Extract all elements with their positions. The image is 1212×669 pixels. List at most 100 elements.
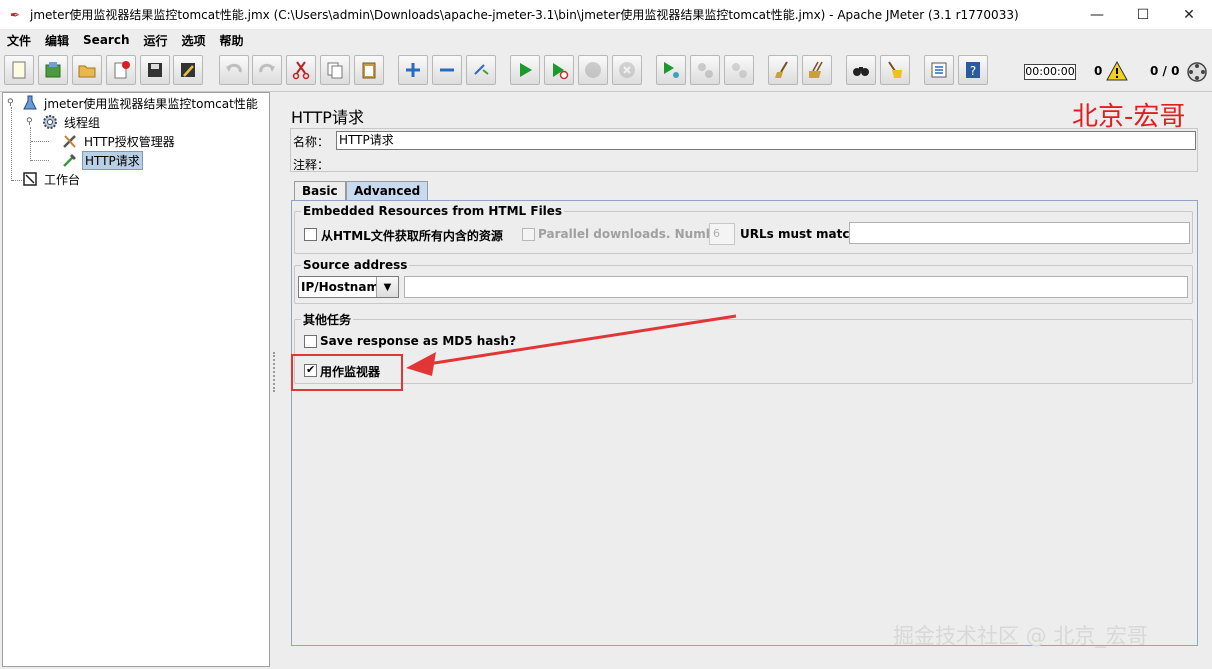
remote-stop-icon xyxy=(698,63,713,78)
tree-node-auth-manager[interactable]: HTTP授权管理器 xyxy=(61,132,177,150)
error-count: 0 xyxy=(1094,64,1103,78)
remote-shutdown-icon xyxy=(732,63,747,78)
pipette-icon xyxy=(61,151,79,169)
save-button[interactable] xyxy=(140,55,170,85)
minus-icon xyxy=(440,68,454,72)
stop-icon xyxy=(585,62,601,78)
expand-all-button[interactable] xyxy=(398,55,428,85)
templates-button[interactable] xyxy=(38,55,68,85)
shutdown-icon xyxy=(619,62,635,78)
annotation-highlight-box xyxy=(291,354,403,391)
collapse-toggle-icon[interactable]: ⚲ xyxy=(7,99,16,108)
menu-search[interactable]: Search xyxy=(76,33,136,47)
undo-button[interactable] xyxy=(219,55,249,85)
tab-basic[interactable]: Basic xyxy=(294,181,346,200)
close-button[interactable]: ✕ xyxy=(1166,0,1212,30)
redo-button[interactable] xyxy=(252,55,282,85)
menu-options[interactable]: 选项 xyxy=(175,32,213,49)
retrieve-all-checkbox[interactable] xyxy=(304,228,317,241)
panel-title: HTTP请求 xyxy=(291,108,364,127)
comment-label: 注释： xyxy=(293,157,330,172)
cut-button[interactable] xyxy=(286,55,316,85)
other-tasks-legend: 其他任务 xyxy=(303,313,352,327)
comment-field[interactable] xyxy=(330,154,1196,172)
svg-text:?: ? xyxy=(970,64,976,78)
clear-all-button[interactable] xyxy=(802,55,832,85)
broom-icon xyxy=(775,61,788,78)
parallel-number-field[interactable]: 6 xyxy=(709,223,735,245)
search-button[interactable] xyxy=(846,55,876,85)
name-label: 名称： xyxy=(293,134,330,149)
tree-label-workbench: 工作台 xyxy=(44,172,81,187)
retrieve-all-label: 从HTML文件获取所有内含的资源 xyxy=(321,229,503,243)
remote-engine-icon[interactable] xyxy=(1186,61,1208,83)
open-button[interactable] xyxy=(72,55,102,85)
tree-label-http-request: HTTP请求 xyxy=(82,150,143,170)
paste-button[interactable] xyxy=(354,55,384,85)
tree-node-thread-group[interactable]: 线程组 xyxy=(41,113,102,131)
chevron-down-icon[interactable]: ▼ xyxy=(376,277,398,297)
menu-help[interactable]: 帮助 xyxy=(213,32,251,49)
source-type-select[interactable]: IP/Hostname ▼ xyxy=(298,276,399,298)
scissors-icon xyxy=(292,61,310,80)
urls-must-match-field[interactable] xyxy=(849,222,1190,244)
menu-edit[interactable]: 编辑 xyxy=(38,32,76,49)
tab-advanced[interactable]: Advanced xyxy=(346,181,429,200)
active-threads: 0 / 0 xyxy=(1150,64,1180,78)
comment-row: 注释： xyxy=(290,154,330,174)
remote-stop-button[interactable] xyxy=(690,55,720,85)
templates-icon xyxy=(45,62,61,78)
tree-node-test-plan[interactable]: jmeter使用监视器结果监控tomcat性能 xyxy=(21,94,260,112)
copy-icon xyxy=(327,62,343,79)
shutdown-button[interactable] xyxy=(612,55,642,85)
parallel-downloads-label: Parallel downloads. Number: xyxy=(538,227,734,241)
help-book-icon: ? xyxy=(966,62,980,78)
toggle-button[interactable] xyxy=(466,55,496,85)
remote-start-button[interactable] xyxy=(656,55,686,85)
maximize-button[interactable]: ☐ xyxy=(1120,0,1166,30)
source-address-legend: Source address xyxy=(303,258,408,272)
md5-hash-label: Save response as MD5 hash? xyxy=(320,334,517,348)
new-button[interactable] xyxy=(4,55,34,85)
tools-icon xyxy=(61,132,79,150)
collapse-all-button[interactable] xyxy=(432,55,462,85)
start-button[interactable] xyxy=(510,55,540,85)
source-type-value: IP/Hostname xyxy=(301,280,388,294)
stop-button[interactable] xyxy=(578,55,608,85)
tree-label-auth-manager: HTTP授权管理器 xyxy=(84,134,175,149)
play-icon xyxy=(520,63,532,77)
urls-must-match-label: URLs must match: xyxy=(740,227,863,241)
remote-shutdown-button[interactable] xyxy=(724,55,754,85)
save-as-button[interactable] xyxy=(173,55,203,85)
md5-hash-checkbox[interactable] xyxy=(304,335,317,348)
binoculars-icon xyxy=(853,67,869,76)
redo-icon xyxy=(259,63,275,73)
embedded-resources-legend: Embedded Resources from HTML Files xyxy=(303,204,563,218)
parallel-downloads-checkbox[interactable] xyxy=(522,228,535,241)
menu-run[interactable]: 运行 xyxy=(136,32,174,49)
reset-search-button[interactable] xyxy=(880,55,910,85)
plus-icon xyxy=(406,63,420,77)
source-address-field[interactable] xyxy=(404,276,1188,298)
function-helper-button[interactable] xyxy=(924,55,954,85)
minimize-button[interactable]: — xyxy=(1074,0,1120,30)
menu-file[interactable]: 文件 xyxy=(0,32,38,49)
elapsed-timer: 00:00:00 xyxy=(1024,64,1076,80)
collapse-toggle-icon[interactable]: ⚲ xyxy=(26,118,35,127)
tree-node-workbench[interactable]: 工作台 xyxy=(21,170,82,188)
splitter-grip xyxy=(273,352,277,392)
menu-bar: 文件 编辑 Search 运行 选项 帮助 xyxy=(0,30,1212,50)
name-field[interactable]: HTTP请求 xyxy=(336,131,1196,150)
test-plan-tree: ⚲ jmeter使用监视器结果监控tomcat性能 ⚲ 线程组 HTTP授权管理… xyxy=(2,92,270,667)
split-pane-divider[interactable] xyxy=(270,92,280,669)
tree-node-http-request[interactable]: HTTP请求 xyxy=(61,150,143,170)
warning-icon[interactable] xyxy=(1106,61,1128,81)
save-icon xyxy=(148,63,162,77)
copy-button[interactable] xyxy=(320,55,350,85)
close-file-button[interactable] xyxy=(106,55,136,85)
help-button[interactable]: ? xyxy=(958,55,988,85)
save-as-icon xyxy=(181,63,195,77)
start-no-timers-button[interactable] xyxy=(544,55,574,85)
clear-button[interactable] xyxy=(768,55,798,85)
play-no-pause-icon xyxy=(553,63,569,80)
